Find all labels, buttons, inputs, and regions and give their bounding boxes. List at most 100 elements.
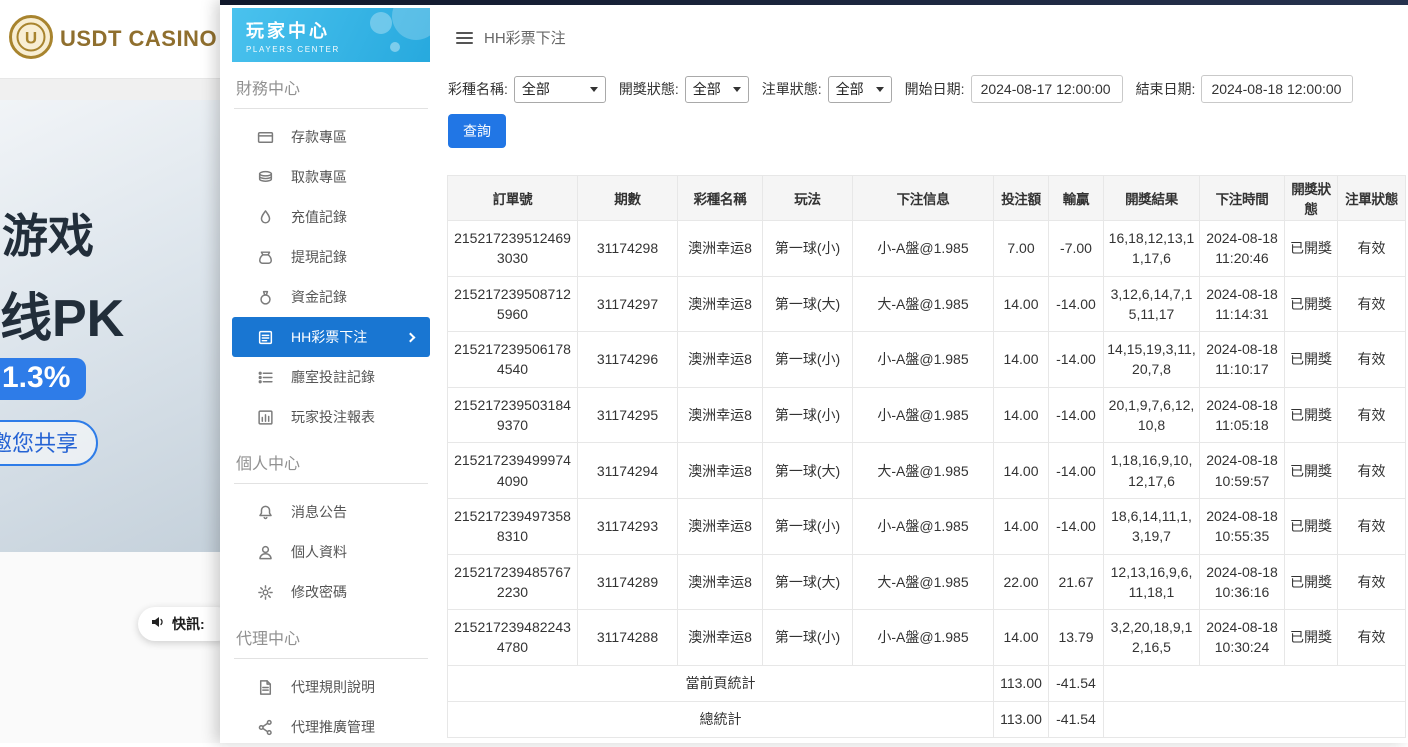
sidebar-item-deposit[interactable]: 存款專區 — [232, 117, 430, 157]
banner-text-line1: 游戏 — [2, 200, 94, 266]
table-cell: 澳洲幸运8 — [678, 221, 763, 277]
table-cell: 小-A盤@1.985 — [853, 387, 994, 443]
start-date-input[interactable] — [971, 75, 1123, 103]
gear-icon — [257, 584, 274, 601]
dropdown-arrow-icon — [590, 87, 598, 92]
sidebar-item-recharge-records[interactable]: 充值記錄 — [232, 197, 430, 237]
table-cell: 3,2,20,18,9,12,16,5 — [1104, 610, 1200, 666]
sidebar-item-withdraw[interactable]: 取款專區 — [232, 157, 430, 197]
sidebar-header: 玩家中心 PLAYERS CENTER — [232, 8, 430, 62]
summary-empty — [1104, 665, 1406, 701]
table-cell: 有效 — [1338, 443, 1406, 499]
table-cell: 2152172394973588310 — [448, 498, 578, 554]
sidebar-item-profile[interactable]: 個人資料 — [232, 532, 430, 572]
table-cell: 有效 — [1338, 276, 1406, 332]
summary-win-total: -41.54 — [1049, 701, 1104, 737]
decoration-bubble — [390, 42, 400, 52]
section-title-personal: 個人中心 — [234, 437, 428, 484]
share-icon — [257, 719, 274, 736]
column-header: 開獎狀態 — [1285, 176, 1338, 221]
sidebar-item-announcements[interactable]: 消息公告 — [232, 492, 430, 532]
table-cell: 12,13,16,9,6,11,18,1 — [1104, 554, 1200, 610]
sidebar-item-change-password[interactable]: 修改密碼 — [232, 572, 430, 612]
table-cell: 3,12,6,14,7,15,11,17 — [1104, 276, 1200, 332]
sidebar-item-hall-bet-records[interactable]: 廳室投註記錄 — [232, 357, 430, 397]
lottery-name-select[interactable]: 全部 — [514, 76, 606, 103]
lottery-name-label: 彩種名稱: — [448, 79, 508, 99]
sidebar-item-agent-promotion[interactable]: 代理推廣管理 — [232, 707, 430, 747]
coins-icon — [257, 169, 274, 186]
sidebar-item-agent-rules[interactable]: 代理規則說明 — [232, 667, 430, 707]
table-cell: 第一球(大) — [763, 554, 853, 610]
table-cell: 第一球(小) — [763, 221, 853, 277]
bullet-list-icon — [257, 369, 274, 386]
sidebar-item-label: 存款專區 — [291, 127, 347, 147]
nav-strip — [0, 78, 220, 100]
column-header: 彩種名稱 — [678, 176, 763, 221]
banner-share-pill[interactable]: 邀您共享 — [0, 420, 98, 466]
table-cell: 第一球(大) — [763, 443, 853, 499]
bet-status-value: 全部 — [836, 79, 864, 99]
column-header: 下注信息 — [853, 176, 994, 221]
sidebar-item-label: 消息公告 — [291, 502, 347, 522]
table-cell: 2024-08-18 11:05:18 — [1200, 387, 1285, 443]
draw-status-select[interactable]: 全部 — [685, 76, 749, 103]
svg-text:U: U — [25, 28, 37, 47]
column-header: 訂單號 — [448, 176, 578, 221]
table-cell: 14.00 — [994, 610, 1049, 666]
decoration-bubble — [370, 12, 392, 34]
table-cell: 有效 — [1338, 610, 1406, 666]
table-row: 215217239503184937031174295澳洲幸运8第一球(小)小-… — [448, 387, 1406, 443]
content-topbar: HH彩票下注 — [446, 5, 1408, 48]
table-cell: 2152172395087125960 — [448, 276, 578, 332]
sidebar-item-label: 廳室投註記錄 — [291, 367, 375, 387]
table-cell: 2024-08-18 10:59:57 — [1200, 443, 1285, 499]
summary-bet-total: 113.00 — [994, 665, 1049, 701]
page-title: HH彩票下注 — [484, 27, 566, 48]
bet-status-select[interactable]: 全部 — [828, 76, 892, 103]
main-content: HH彩票下注 彩種名稱: 全部 開獎狀態: 全部 注單狀態: 全部 開始日期: … — [446, 5, 1408, 743]
sidebar-item-cashout-records[interactable]: 提現記錄 — [232, 237, 430, 277]
sidebar-item-player-report[interactable]: 玩家投注報表 — [232, 397, 430, 437]
promo-banner: 游戏 线PK 1.3% 邀您共享 — [0, 100, 220, 552]
player-center-panel: 玩家中心 PLAYERS CENTER 財務中心 存款專區 取款專區 充值記錄 … — [220, 0, 1408, 743]
table-cell: 2152172395124693030 — [448, 221, 578, 277]
sidebar-item-funds-records[interactable]: 資金記錄 — [232, 277, 430, 317]
search-button[interactable]: 查詢 — [448, 114, 506, 148]
sidebar-item-label: 資金記錄 — [291, 287, 347, 307]
table-cell: 14.00 — [994, 498, 1049, 554]
document-icon — [257, 679, 274, 696]
table-cell: 31174296 — [578, 332, 678, 388]
sidebar-item-label: 提現記錄 — [291, 247, 347, 267]
column-header: 輸贏 — [1049, 176, 1104, 221]
table-cell: 小-A盤@1.985 — [853, 221, 994, 277]
table-cell: 2024-08-18 11:10:17 — [1200, 332, 1285, 388]
sidebar-item-label: 取款專區 — [291, 167, 347, 187]
menu-toggle-icon[interactable] — [456, 32, 473, 44]
sidebar-item-hh-lottery-bets[interactable]: HH彩票下注 — [232, 317, 430, 357]
summary-win-total: -41.54 — [1049, 665, 1104, 701]
table-cell: 14.00 — [994, 332, 1049, 388]
summary-label: 當前頁統計 — [448, 665, 994, 701]
money-bag-icon — [257, 289, 274, 306]
table-cell: 澳洲幸运8 — [678, 443, 763, 499]
table-row: 215217239506178454031174296澳洲幸运8第一球(小)小-… — [448, 332, 1406, 388]
section-title-finance: 財務中心 — [234, 62, 428, 109]
table-cell: 已開獎 — [1285, 221, 1338, 277]
table-cell: 14.00 — [994, 387, 1049, 443]
table-cell: 31174298 — [578, 221, 678, 277]
table-cell: 14,15,19,3,11,20,7,8 — [1104, 332, 1200, 388]
bet-list-icon — [257, 329, 274, 346]
bar-chart-icon — [257, 409, 274, 426]
table-cell: 第一球(小) — [763, 498, 853, 554]
table-cell: -7.00 — [1049, 221, 1104, 277]
table-cell: 2152172394822434780 — [448, 610, 578, 666]
table-cell: -14.00 — [1049, 332, 1104, 388]
table-cell: 7.00 — [994, 221, 1049, 277]
sidebar-subtitle: PLAYERS CENTER — [246, 45, 430, 54]
end-date-input[interactable] — [1201, 75, 1353, 103]
table-cell: 2024-08-18 10:55:35 — [1200, 498, 1285, 554]
dropdown-arrow-icon — [733, 87, 741, 92]
purse-icon — [257, 249, 274, 266]
table-cell: 澳洲幸运8 — [678, 387, 763, 443]
